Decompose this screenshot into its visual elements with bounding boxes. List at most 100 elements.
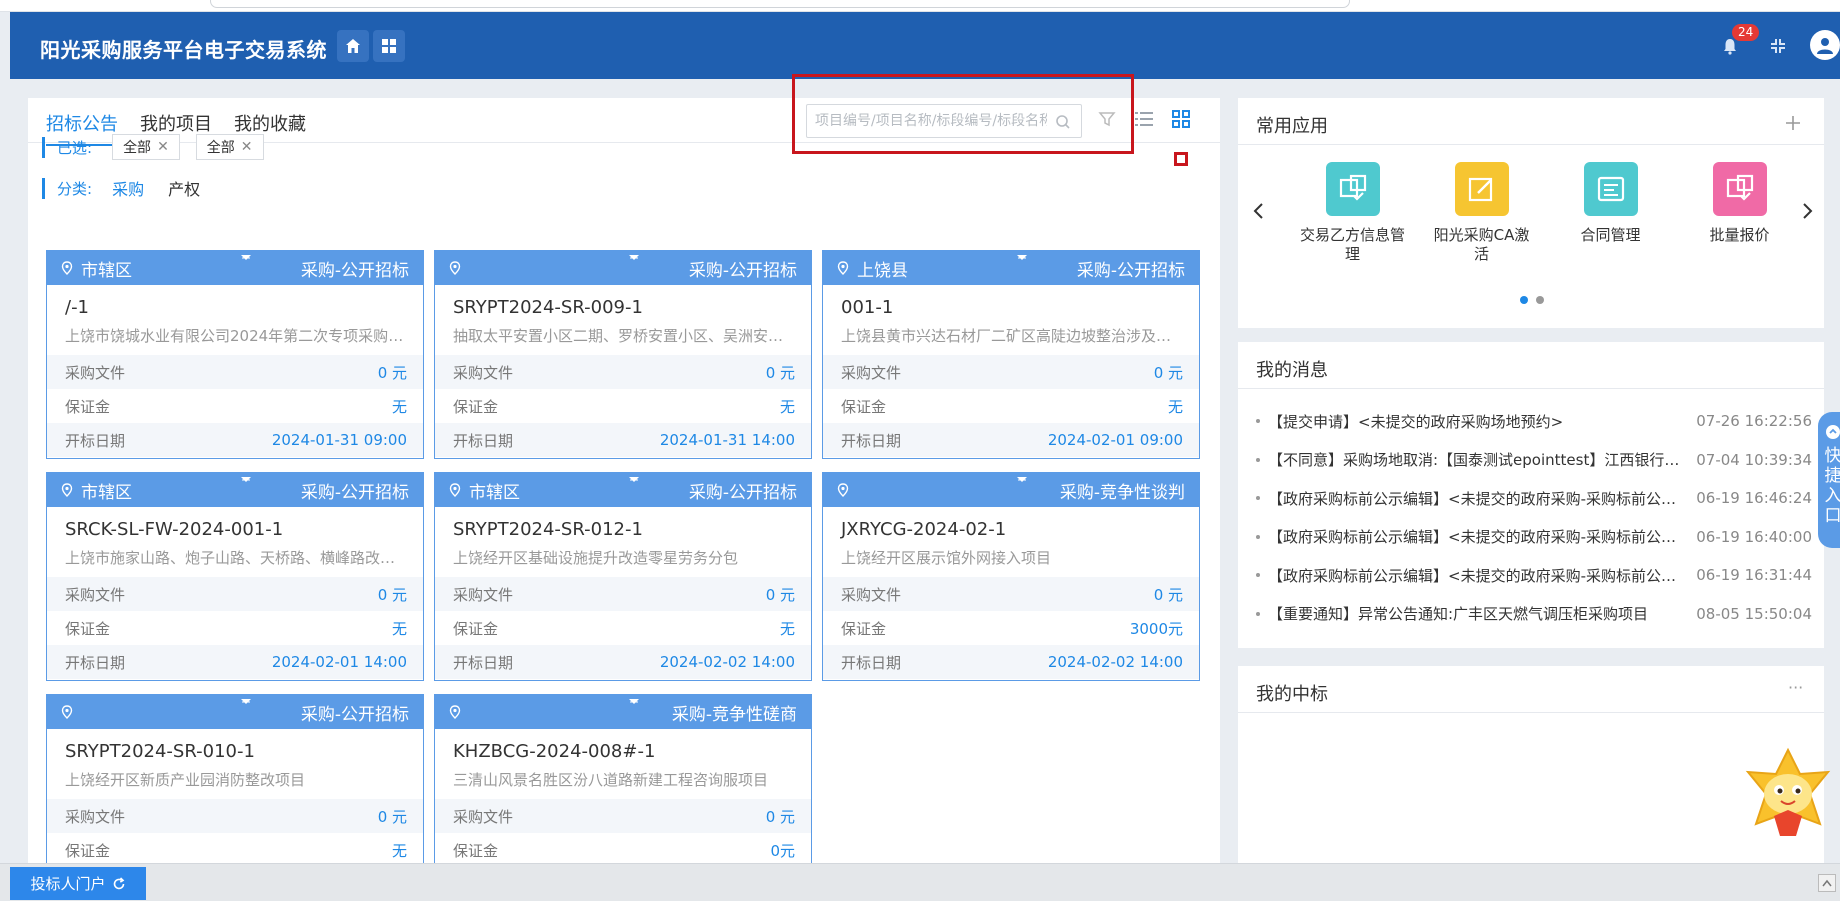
announcement-card[interactable]: 上饶县 采购-公开招标 001-1 上饶县黄市兴达石材厂二矿区高陡边坡整治涉及项目 采购… (822, 250, 1200, 459)
card-header: 上饶县 采购-公开招标 (823, 251, 1199, 285)
message-time: 07-04 10:39:34 (1696, 450, 1812, 469)
app-item[interactable]: 批量报价 (1675, 162, 1804, 264)
home-icon (346, 39, 360, 53)
chip-label: 全部 (206, 140, 235, 156)
card-location (449, 261, 689, 275)
view-toggle (1098, 110, 1190, 128)
announcement-card[interactable]: 市辖区 采购-公开招标 /-1 上饶市饶城水业有限公司2024年第二次专项采购项目 采购… (46, 250, 424, 459)
card-row-file: 采购文件 0 元 (435, 799, 811, 833)
close-icon[interactable]: ✕ (241, 139, 253, 155)
portal-label: 投标人门户 (30, 875, 106, 893)
card-row-date: 开标日期 2024-02-02 14:00 (435, 645, 811, 679)
card-row-label: 采购文件 (65, 585, 126, 604)
more-button[interactable]: ··· (1788, 678, 1803, 697)
message-time: 07-26 16:22:56 (1696, 412, 1812, 431)
card-type: 采购-公开招标 (688, 260, 797, 281)
card-type: 采购-竞争性谈判 (1059, 482, 1185, 503)
scroll-up-button[interactable] (1818, 874, 1836, 892)
search-box (806, 104, 1082, 138)
message-list: 【提交申请】<未提交的政府采购场地预约> 07-26 16:22:56 【不同意】采… (1256, 402, 1812, 633)
panel-divider (1238, 388, 1824, 389)
card-deposit: 3000元 (1129, 619, 1183, 638)
home-button[interactable] (337, 30, 369, 62)
panel-title: 我的消息 (1256, 360, 1328, 381)
card-row-label: 保证金 (65, 619, 111, 638)
announcement-card[interactable]: 采购-公开招标 SRYPT2024-SR-009-1 抽取太平安置小区二期、罗桥安置… (434, 250, 812, 459)
bullet (1256, 611, 1260, 616)
card-location-text: 市辖区 (81, 482, 132, 503)
apps-grid-button[interactable] (373, 30, 405, 62)
card-project-code: JXRYCG-2024-02-1 (841, 519, 1007, 540)
app-title: 阳光采购服务平台电子交易系统 (40, 38, 327, 62)
card-open-date: 2024-02-02 14:00 (1047, 653, 1183, 671)
card-row-label: 开标日期 (453, 431, 514, 450)
location-pin-icon (61, 705, 73, 719)
chevron-up-icon (1822, 879, 1832, 887)
card-row-label: 开标日期 (841, 653, 902, 672)
card-type: 采购-竞争性磋商 (671, 704, 797, 725)
bottom-bar: 投标人门户 (0, 863, 1840, 901)
carousel-dots (1520, 296, 1544, 304)
card-location (61, 705, 301, 719)
app-item[interactable]: 交易乙方信息管理 (1288, 162, 1417, 264)
message-item[interactable]: 【不同意】采购场地取消:【国泰测试epointtest】江西银行股份有限公司07… (1256, 441, 1812, 480)
card-row-date: 开标日期 2024-01-31 09:00 (47, 423, 423, 457)
quick-entry-tab[interactable]: 快 捷 入 口 (1818, 412, 1840, 548)
category-property[interactable]: 产权 (168, 176, 200, 200)
app-icon (1454, 162, 1509, 216)
bidder-portal-button[interactable]: 投标人门户 (10, 867, 146, 900)
card-file-fee: 0 元 (765, 807, 795, 826)
card-header: 市辖区 采购-公开招标 (435, 473, 811, 507)
info-manage-icon (1339, 174, 1366, 201)
category-label: 分类: (42, 177, 92, 199)
carousel-dot[interactable] (1520, 296, 1528, 304)
message-item[interactable]: 【政府采购标前公示编辑】<未提交的政府采购-采购标前公示> 06-19 16:31… (1256, 556, 1812, 595)
message-text: 【政府采购标前公示编辑】<未提交的政府采购-采购标前公示> (1268, 489, 1689, 508)
announcement-card[interactable]: 市辖区 采购-公开招标 SRYPT2024-SR-012-1 上饶经开区基础设施提升改… (434, 472, 812, 681)
card-location (449, 705, 672, 719)
card-row-date: 开标日期 2024-02-02 14:00 (823, 645, 1199, 679)
refresh-icon (113, 876, 124, 889)
filter-chip[interactable]: 全部 ✕ (195, 134, 264, 160)
list-view-icon[interactable] (1134, 110, 1154, 128)
card-deposit: 无 (779, 619, 795, 638)
card-project-code: SRYPT2024-SR-009-1 (453, 297, 643, 318)
card-view-icon[interactable] (1172, 110, 1190, 128)
chevron-left-icon[interactable] (1252, 202, 1266, 220)
message-item[interactable]: 【提交申请】<未提交的政府采购场地预约> 07-26 16:22:56 (1256, 402, 1812, 441)
message-item[interactable]: 【政府采购标前公示编辑】<未提交的政府采购-采购标前公示> 06-19 16:46… (1256, 479, 1812, 518)
card-location: 市辖区 (61, 256, 301, 281)
app-item[interactable]: 阳光采购CA激活 (1417, 162, 1546, 264)
card-row-label: 开标日期 (65, 431, 126, 450)
card-project-code: 001-1 (841, 297, 894, 318)
address-bar[interactable] (210, 0, 1350, 8)
card-row-label: 采购文件 (453, 363, 514, 382)
quick-entry-char: 入 (1824, 486, 1840, 506)
close-icon[interactable]: ✕ (157, 139, 169, 155)
message-item[interactable]: 【政府采购标前公示编辑】<未提交的政府采购-采购标前公示> 06-19 16:40… (1256, 518, 1812, 557)
search-input[interactable] (807, 105, 1047, 137)
clear-filter-icon[interactable] (1098, 110, 1116, 128)
mascot-icon[interactable] (1738, 744, 1838, 844)
announcement-card[interactable]: 市辖区 采购-公开招标 SRCK-SL-FW-2024-001-1 上饶市施家山路、炮… (46, 472, 424, 681)
add-icon[interactable] (1784, 114, 1802, 132)
message-item[interactable]: 【重要通知】异常公告通知:广丰区天燃气调压柜采购项目 08-05 15:50:04 (1256, 595, 1812, 634)
message-text: 【重要通知】异常公告通知:广丰区天燃气调压柜采购项目 (1268, 605, 1649, 624)
user-avatar-button[interactable] (1810, 30, 1840, 60)
app-item[interactable]: 合同管理 (1546, 162, 1675, 264)
announcement-card[interactable]: 采购-竞争性谈判 JXRYCG-2024-02-1 上饶经开区展示馆外网接入项目 采购… (822, 472, 1200, 681)
message-time: 06-19 16:40:00 (1696, 527, 1812, 546)
card-row-file: 采购文件 0 元 (47, 355, 423, 389)
card-header: 市辖区 采购-公开招标 (47, 251, 423, 285)
card-type: 采购-公开招标 (300, 482, 409, 503)
filter-chip[interactable]: 全部 ✕ (112, 134, 180, 160)
category-purchase[interactable]: 采购 (112, 176, 144, 200)
card-row-label: 采购文件 (453, 585, 514, 604)
card-header: 采购-竞争性谈判 (823, 473, 1199, 507)
bullet (1256, 496, 1260, 501)
fullscreen-button[interactable] (1766, 34, 1790, 58)
carousel-dot[interactable] (1536, 296, 1544, 304)
card-deposit: 无 (391, 619, 407, 638)
card-row-file: 采购文件 0 元 (823, 355, 1199, 389)
card-open-date: 2024-01-31 09:00 (271, 431, 407, 449)
